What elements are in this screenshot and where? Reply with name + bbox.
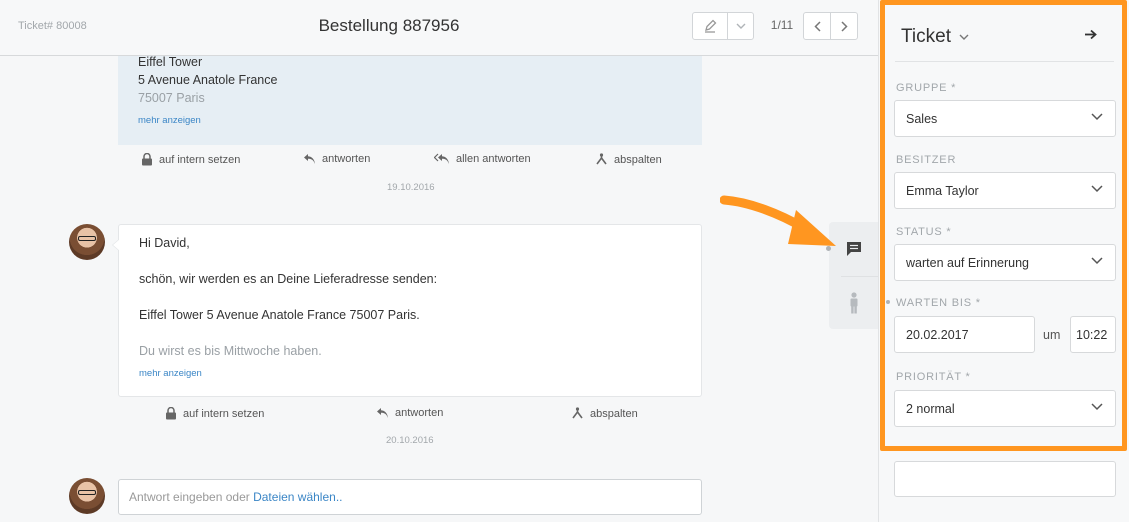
owner-value: Emma Taylor <box>906 184 979 198</box>
sidebar-title[interactable]: Ticket <box>901 26 969 48</box>
show-more-link[interactable]: mehr anzeigen <box>138 115 201 126</box>
status-select[interactable]: warten auf Erinnerung <box>894 244 1116 281</box>
next-ticket-button[interactable] <box>830 12 858 40</box>
reply-all-icon <box>434 153 449 164</box>
tab-customer[interactable] <box>829 276 879 329</box>
pending-label: WARTEN BIS * <box>896 297 981 309</box>
edit-button[interactable] <box>692 12 728 40</box>
chevron-down-icon <box>736 23 745 29</box>
article-date: 19.10.2016 <box>387 182 435 193</box>
reply-action[interactable]: antworten <box>303 153 370 165</box>
status-value: warten auf Erinnerung <box>906 256 1029 270</box>
reply-label: antworten <box>322 153 371 165</box>
split-action[interactable]: abspalten <box>595 153 662 166</box>
group-label: GRUPPE * <box>896 82 957 94</box>
chat-icon <box>847 241 861 256</box>
avatar[interactable] <box>69 224 105 260</box>
chevron-down-icon <box>1091 403 1103 411</box>
reply-icon <box>304 154 315 164</box>
chevron-down-icon <box>959 34 969 40</box>
chevron-down-icon <box>1091 185 1103 193</box>
set-internal-action[interactable]: auf intern setzen <box>141 153 240 166</box>
reply-action[interactable]: antworten <box>376 407 443 419</box>
sidebar-title-label: Ticket <box>901 26 951 47</box>
article-actions: auf intern setzen antworten allen antwor… <box>0 153 878 169</box>
ticket-title[interactable]: Bestellung 887956 <box>0 16 778 36</box>
article-line: Du wirst es bis Mittwoche haben. <box>139 344 322 358</box>
split-icon <box>596 153 607 165</box>
arrow-right-icon <box>1085 29 1097 40</box>
priority-value: 2 normal <box>906 402 955 416</box>
pending-date-value: 20.02.2017 <box>906 328 969 342</box>
article-line: schön, wir werden es an Deine Lieferadre… <box>139 272 438 286</box>
attach-files-link[interactable]: Dateien wählen.. <box>253 490 342 504</box>
owner-select[interactable]: Emma Taylor <box>894 172 1116 209</box>
edit-dropdown-button[interactable] <box>727 12 754 40</box>
pending-at-label: um <box>1043 328 1061 342</box>
avatar <box>69 478 105 514</box>
set-internal-label: auf intern setzen <box>183 407 265 420</box>
lock-icon <box>166 407 176 420</box>
article-internal: Eiffel Tower 5 Avenue Anatole France 750… <box>118 55 702 145</box>
article-message: Hi David, schön, wir werden es an Deine … <box>112 224 702 397</box>
group-select[interactable]: Sales <box>894 100 1116 137</box>
chevron-right-icon <box>840 20 848 32</box>
chevron-down-icon <box>1091 113 1103 121</box>
reply-label: antworten <box>395 407 444 419</box>
person-icon <box>850 291 858 313</box>
split-icon <box>572 407 583 419</box>
pending-date-input[interactable]: 20.02.2017 <box>894 316 1035 353</box>
lock-icon <box>142 153 152 166</box>
article-line: Eiffel Tower 5 Avenue Anatole France 750… <box>139 308 420 322</box>
article-line: 5 Avenue Anatole France <box>138 73 278 87</box>
reply-all-action[interactable]: allen antworten <box>434 153 531 165</box>
article-line: 75007 Paris <box>138 91 205 105</box>
set-internal-label: auf intern setzen <box>159 153 241 166</box>
indicator-dot <box>886 300 890 304</box>
pager-counter: 1/11 <box>770 18 794 32</box>
split-label: abspalten <box>614 153 662 166</box>
status-label: STATUS * <box>896 226 952 238</box>
reply-input[interactable]: Antwort eingeben oder Dateien wählen.. <box>118 479 702 515</box>
set-internal-action[interactable]: auf intern setzen <box>165 407 264 420</box>
article-greeting: Hi David, <box>139 236 190 250</box>
pencil-icon <box>705 19 717 33</box>
owner-label: BESITZER <box>896 154 957 166</box>
pending-time-value: 10:22 <box>1076 328 1108 342</box>
article-line: Eiffel Tower <box>138 55 203 69</box>
reply-placeholder: Antwort eingeben oder <box>129 490 250 504</box>
ticket-sidebar: Ticket GRUPPE * Sales BESITZER Emma Tayl… <box>878 0 1129 522</box>
chevron-left-icon <box>813 20 821 32</box>
split-label: abspalten <box>590 407 638 420</box>
group-value: Sales <box>906 112 938 126</box>
prev-ticket-button[interactable] <box>803 12 831 40</box>
split-action[interactable]: abspalten <box>571 407 638 420</box>
tags-input[interactable] <box>894 461 1116 497</box>
pending-time-input[interactable]: 10:22 <box>1070 316 1116 353</box>
priority-select[interactable]: 2 normal <box>894 390 1116 427</box>
ticket-header: Ticket# 80008 Bestellung 887956 1/11 <box>0 0 878 56</box>
reply-icon <box>377 408 388 418</box>
priority-label: PRIORITÄT * <box>896 371 971 383</box>
article-date: 20.10.2016 <box>386 435 434 446</box>
show-more-link[interactable]: mehr anzeigen <box>139 368 202 379</box>
chevron-down-icon <box>1091 257 1103 265</box>
orange-pointer-arrow <box>720 195 836 246</box>
article-actions: auf intern setzen antworten abspalten <box>0 407 878 423</box>
close-sidebar-button[interactable] <box>1084 27 1097 43</box>
reply-all-label: allen antworten <box>456 153 531 165</box>
